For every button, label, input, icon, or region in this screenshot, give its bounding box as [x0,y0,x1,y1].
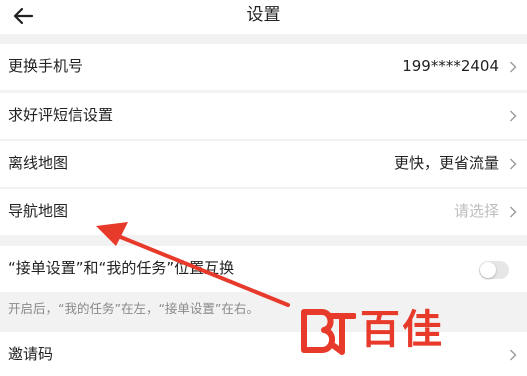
swap-position-toggle[interactable] [479,261,509,279]
row-offline-map[interactable]: 离线地图 更快，更省流量 [0,141,527,187]
chevron-right-icon [510,158,517,170]
row-label: 离线地图 [8,154,69,172]
row-label: 更换手机号 [8,57,84,75]
swap-hint-text: 开启后，“我的任务”在左，“接单设置”在右。 [8,301,259,316]
row-change-phone[interactable]: 更换手机号 199****2404 [0,44,527,90]
row-swap-position: “接单设置”和“我的任务”位置互换 [0,246,527,292]
row-label: 导航地图 [8,202,69,220]
row-label: 邀请码 [8,345,54,363]
phone-number-value: 199****2404 [402,57,499,75]
row-label: 求好评短信设置 [8,106,114,124]
page-title: 设置 [246,5,281,25]
row-sms-review[interactable]: 求好评短信设置 [0,93,527,139]
row-navigation-map[interactable]: 导航地图 请选择 [0,189,527,235]
navigation-map-placeholder: 请选择 [453,202,499,220]
row-label: “接单设置”和“我的任务”位置互换 [8,259,235,277]
watermark-logo: 百佳 [300,300,510,360]
chevron-right-icon [510,349,517,361]
watermark-text: 百佳 [360,307,444,353]
watermark-mark-icon [301,309,356,355]
chevron-right-icon [510,110,517,122]
offline-map-value: 更快，更省流量 [393,154,499,172]
chevron-right-icon [510,61,517,73]
chevron-right-icon [510,206,517,218]
settings-screen: 设置 更换手机号 199****2404 求好评短信设置 离线地图 更快，更省流… [0,0,527,376]
toggle-knob [480,262,496,278]
header-bar: 设置 [0,0,527,34]
